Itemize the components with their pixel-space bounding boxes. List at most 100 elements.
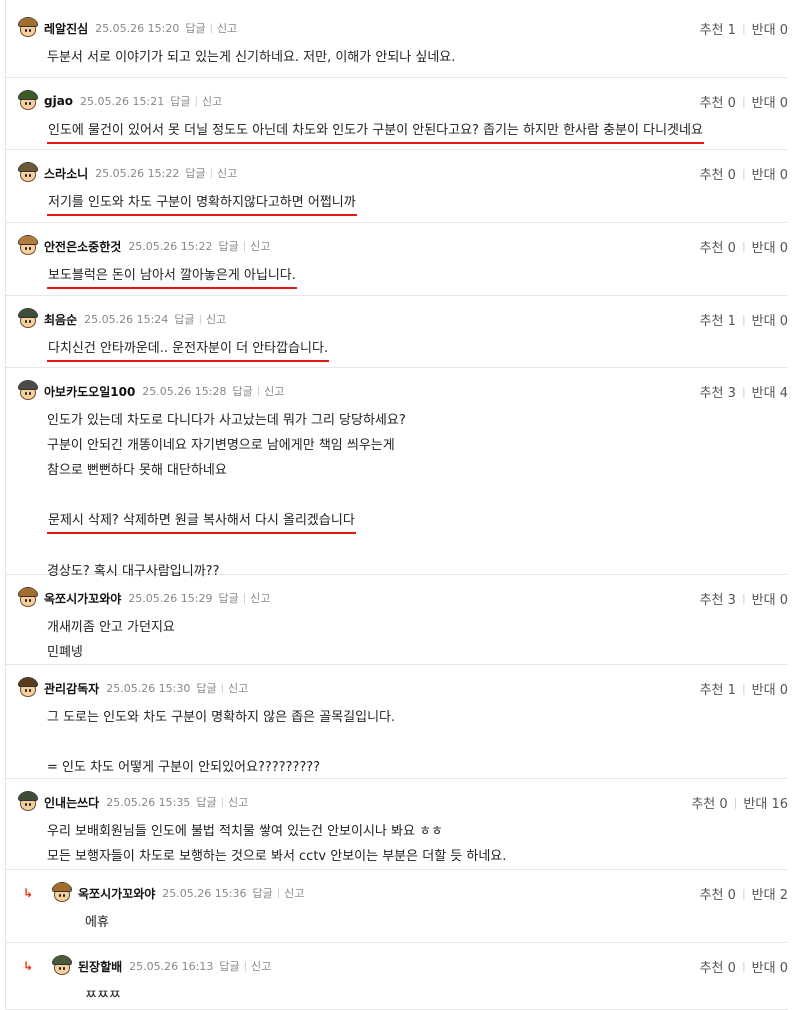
reply-link[interactable]: 답글: [218, 590, 238, 606]
report-link[interactable]: 신고: [202, 93, 222, 109]
comment-item: 안전은소중한것 25.05.26 15:22 답글 | 신고 추천 0 | 반대 0 보도블럭은…: [5, 223, 788, 296]
comment-date: 25.05.26 15:36: [162, 886, 247, 900]
downvote-button[interactable]: 반대 0: [752, 164, 788, 183]
downvote-button[interactable]: 반대 0: [752, 19, 788, 38]
avatar[interactable]: [17, 17, 39, 39]
underlined-text: 저기를 인도와 차도 구분이 명확하지않다고하면 어쩝니까: [47, 193, 357, 216]
report-link[interactable]: 신고: [217, 165, 237, 181]
report-link[interactable]: 신고: [250, 590, 270, 606]
report-link[interactable]: 신고: [217, 20, 237, 36]
avatar[interactable]: [17, 791, 39, 813]
downvote-button[interactable]: 반대 0: [752, 957, 788, 976]
downvote-button[interactable]: 반대 0: [752, 589, 788, 608]
upvote-button[interactable]: 추천 1: [700, 679, 736, 698]
comment-line: 저기를 인도와 차도 구분이 명확하지않다고하면 어쩝니까: [47, 190, 788, 216]
author-nickname[interactable]: 최음순: [44, 311, 77, 328]
avatar[interactable]: [17, 587, 39, 609]
report-link[interactable]: 신고: [284, 885, 304, 901]
author-nickname[interactable]: 안전은소중한것: [44, 238, 121, 255]
downvote-button[interactable]: 반대 0: [752, 92, 788, 111]
report-link[interactable]: 신고: [228, 680, 248, 696]
comment-text: 민폐넹: [47, 645, 83, 660]
divider: |: [741, 682, 746, 695]
avatar[interactable]: [17, 677, 39, 699]
downvote-count: 16: [771, 797, 788, 812]
author-nickname[interactable]: 인내는쓰다: [44, 794, 99, 811]
author-nickname[interactable]: gjao: [44, 94, 73, 108]
reply-link[interactable]: 답글: [196, 794, 216, 810]
comment-list: 레알진심 25.05.26 15:20 답글 | 신고 추천 1 | 반대 0 두분서 서로 이…: [0, 0, 800, 1010]
comment-meta: 관리감독자 25.05.26 15:30 답글 | 신고: [17, 677, 788, 699]
upvote-button[interactable]: 추천 3: [700, 382, 736, 401]
downvote-label: 반대: [751, 961, 776, 976]
divider: |: [741, 592, 746, 605]
report-link[interactable]: 신고: [228, 794, 248, 810]
author-nickname[interactable]: 옥쪼시가꼬와야: [44, 590, 121, 607]
avatar[interactable]: [51, 955, 73, 977]
comment-body: 다치신건 안타까운데.. 운전자분이 더 안타깝습니다.: [17, 330, 788, 362]
downvote-button[interactable]: 반대 0: [752, 237, 788, 256]
comment-item: 최음순 25.05.26 15:24 답글 | 신고 추천 1 | 반대 0 다치신건 안타까운…: [5, 296, 788, 368]
reply-link[interactable]: 답글: [232, 383, 252, 399]
upvote-button[interactable]: 추천 0: [700, 164, 736, 183]
avatar[interactable]: [17, 380, 39, 402]
comment-inner: ↳ 옥쪼시가꼬와야 25.05.26 15:36 답글 | 신고 추천 0 | 반대 2 에휴: [5, 870, 788, 935]
downvote-button[interactable]: 반대 0: [752, 310, 788, 329]
reply-link[interactable]: 답글: [174, 311, 194, 327]
report-link[interactable]: 신고: [251, 958, 271, 974]
comment-date: 25.05.26 15:29: [128, 591, 213, 605]
upvote-button[interactable]: 추천 0: [700, 237, 736, 256]
author-nickname[interactable]: 스라소니: [44, 165, 88, 182]
avatar[interactable]: [17, 162, 39, 184]
downvote-button[interactable]: 반대 4: [752, 382, 788, 401]
downvote-label: 반대: [751, 23, 776, 38]
upvote-button[interactable]: 추천 3: [700, 589, 736, 608]
reply-link[interactable]: 답글: [219, 958, 239, 974]
author-nickname[interactable]: 된장할배: [78, 958, 122, 975]
report-link[interactable]: 신고: [206, 311, 226, 327]
divider: |: [741, 95, 746, 108]
downvote-button[interactable]: 반대 2: [752, 884, 788, 903]
divider: |: [733, 796, 738, 809]
upvote-button[interactable]: 추천 0: [700, 957, 736, 976]
upvote-button[interactable]: 추천 0: [700, 884, 736, 903]
author-nickname[interactable]: 레알진심: [44, 20, 88, 37]
reply-link[interactable]: 답글: [170, 93, 190, 109]
upvote-label: 추천: [699, 23, 724, 38]
reply-link[interactable]: 답글: [185, 165, 205, 181]
avatar[interactable]: [17, 90, 39, 112]
divider: |: [220, 682, 225, 694]
comment-meta: 스라소니 25.05.26 15:22 답글 | 신고: [17, 162, 788, 184]
upvote-button[interactable]: 추천 1: [700, 19, 736, 38]
downvote-label: 반대: [751, 888, 776, 903]
comment-meta: 아보카도오일100 25.05.26 15:28 답글 | 신고: [17, 380, 788, 402]
comment-date: 25.05.26 15:22: [128, 239, 213, 253]
comment-inner: 레알진심 25.05.26 15:20 답글 | 신고 추천 1 | 반대 0 두분서 서로 이…: [5, 5, 788, 70]
reply-link[interactable]: 답글: [218, 238, 238, 254]
report-link[interactable]: 신고: [250, 238, 270, 254]
comment-inner: 옥쪼시가꼬와야 25.05.26 15:29 답글 | 신고 추천 3 | 반대 0 개새끼좀 …: [5, 575, 788, 665]
upvote-button[interactable]: 추천 0: [700, 92, 736, 111]
downvote-button[interactable]: 반대 0: [752, 679, 788, 698]
avatar[interactable]: [51, 882, 73, 904]
avatar[interactable]: [17, 235, 39, 257]
author-nickname[interactable]: 옥쪼시가꼬와야: [78, 885, 155, 902]
downvote-button[interactable]: 반대 16: [743, 793, 788, 812]
avatar[interactable]: [17, 308, 39, 330]
upvote-button[interactable]: 추천 1: [700, 310, 736, 329]
comment-item: 관리감독자 25.05.26 15:30 답글 | 신고 추천 1 | 반대 0그 도로는 인…: [5, 665, 788, 779]
comment-line: 그 도로는 인도와 차도 구분이 명확하지 않은 좁은 골목길입니다.: [47, 705, 788, 730]
comment-meta: 최음순 25.05.26 15:24 답글 | 신고: [17, 308, 788, 330]
reply-link[interactable]: 답글: [185, 20, 205, 36]
report-link[interactable]: 신고: [264, 383, 284, 399]
upvote-button[interactable]: 추천 0: [691, 793, 727, 812]
reply-link[interactable]: 답글: [196, 680, 216, 696]
reply-link[interactable]: 답글: [252, 885, 272, 901]
comment-inner: 아보카도오일100 25.05.26 15:28 답글 | 신고 추천 3 | 반대 4 인도가…: [5, 368, 788, 584]
author-nickname[interactable]: 관리감독자: [44, 680, 99, 697]
comment-line: 인도가 있는데 차도로 다니다가 사고났는데 뭐가 그리 당당하세요?: [47, 408, 788, 433]
comment-meta: 옥쪼시가꼬와야 25.05.26 15:29 답글 | 신고: [17, 587, 788, 609]
upvote-label: 추천: [691, 797, 716, 812]
author-nickname[interactable]: 아보카도오일100: [44, 383, 135, 400]
comment-line: [47, 483, 788, 508]
